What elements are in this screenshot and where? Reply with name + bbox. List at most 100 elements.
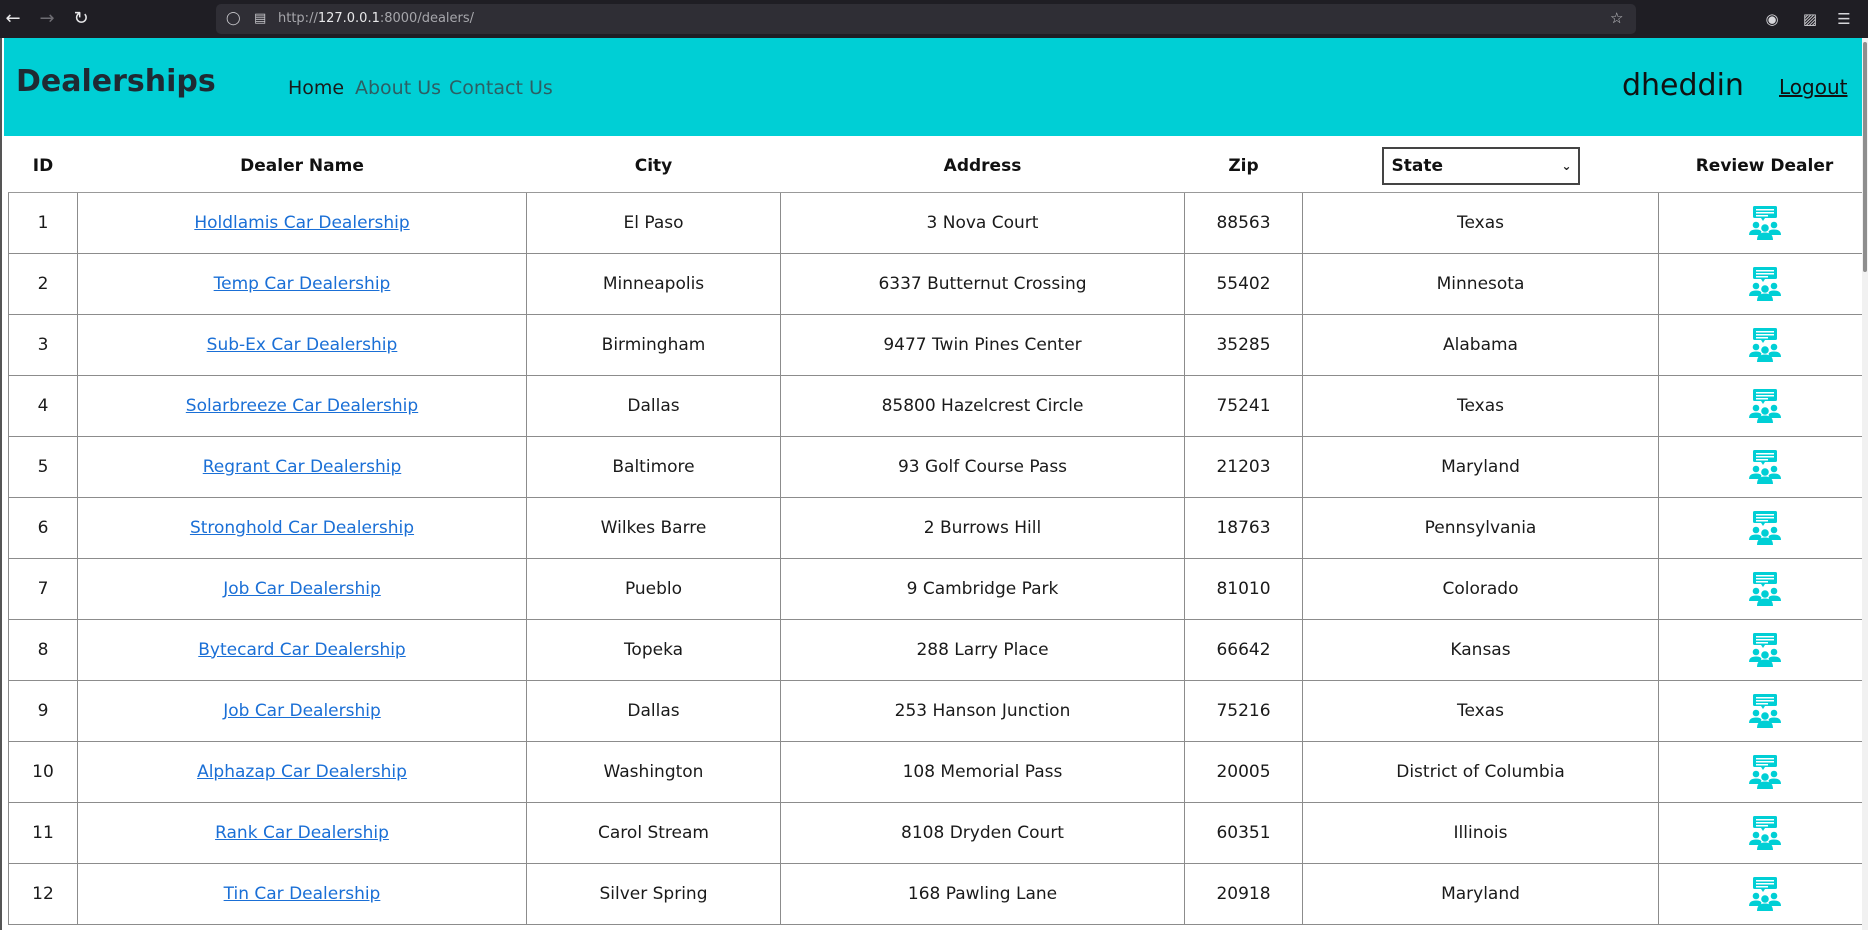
dealer-city: Carol Stream — [598, 822, 709, 843]
cell-state: Kansas — [1302, 618, 1659, 681]
dealer-name-link[interactable]: Job Car Dealership — [223, 579, 381, 599]
dealer-city: Washington — [603, 761, 704, 782]
nav-about-link[interactable]: About Us — [355, 77, 441, 99]
forward-arrow-icon[interactable]: → — [34, 6, 60, 32]
extensions-icon[interactable]: ▨ — [1798, 7, 1822, 31]
dealer-name-link[interactable]: Stronghold Car Dealership — [190, 518, 414, 538]
cell-address: 6337 Butternut Crossing — [780, 252, 1185, 315]
review-dealer-button[interactable] — [1747, 815, 1783, 850]
url-text[interactable]: http://127.0.0.1:8000/dealers/ — [278, 11, 474, 26]
cell-dealer-name: Temp Car Dealership — [77, 252, 527, 315]
cell-address: 2 Burrows Hill — [780, 496, 1185, 559]
menu-icon[interactable]: ☰ — [1832, 7, 1856, 31]
shield-icon[interactable]: ◯ — [226, 10, 241, 28]
cell-review — [1658, 191, 1868, 254]
cell-id: 12 — [8, 862, 78, 925]
dealer-city: Baltimore — [612, 456, 695, 477]
review-dealer-button[interactable] — [1747, 205, 1783, 240]
dealer-city: Topeka — [623, 639, 684, 660]
back-arrow-icon[interactable]: ← — [0, 6, 26, 32]
dealer-name-link[interactable]: Alphazap Car Dealership — [197, 762, 407, 782]
cell-review — [1658, 252, 1868, 315]
review-people-icon — [1748, 205, 1781, 240]
dealer-city: Silver Spring — [599, 883, 708, 904]
dealer-state: Alabama — [1443, 334, 1518, 355]
nav-contact-link[interactable]: Contact Us — [449, 77, 553, 99]
table-row: 6 Stronghold Car Dealership Wilkes Barre… — [8, 496, 1868, 559]
dealer-id: 3 — [37, 334, 49, 355]
cell-address: 3 Nova Court — [780, 191, 1185, 254]
review-dealer-button[interactable] — [1747, 754, 1783, 789]
scrollbar-thumb[interactable] — [1863, 42, 1867, 272]
state-filter-select[interactable]: State ⌄ — [1381, 146, 1580, 185]
review-dealer-button[interactable] — [1747, 571, 1783, 606]
cell-city: Birmingham — [526, 313, 781, 376]
cell-review — [1658, 740, 1868, 803]
username-label: dheddin — [1622, 68, 1744, 103]
cell-city: Silver Spring — [526, 862, 781, 925]
dealer-name-link[interactable]: Sub-Ex Car Dealership — [207, 335, 398, 355]
dealer-id: 10 — [32, 761, 54, 782]
cell-state: Texas — [1302, 191, 1659, 254]
cell-state: District of Columbia — [1302, 740, 1659, 803]
dealer-name-link[interactable]: Solarbreeze Car Dealership — [186, 396, 418, 416]
chevron-down-icon: ⌄ — [1561, 158, 1572, 173]
bookmark-star-icon[interactable]: ☆ — [1610, 9, 1623, 27]
dealer-zip: 35285 — [1216, 334, 1271, 355]
dealer-address: 9477 Twin Pines Center — [883, 334, 1082, 355]
review-dealer-button[interactable] — [1747, 632, 1783, 667]
cell-id: 3 — [8, 313, 78, 376]
dealer-id: 6 — [37, 517, 49, 538]
cell-state: Illinois — [1302, 801, 1659, 864]
account-icon[interactable]: ◉ — [1760, 7, 1784, 31]
dealer-city: Minneapolis — [602, 273, 705, 294]
reload-icon[interactable]: ↻ — [68, 6, 94, 32]
dealer-name-link[interactable]: Regrant Car Dealership — [203, 457, 402, 477]
review-dealer-button[interactable] — [1747, 510, 1783, 545]
review-dealer-button[interactable] — [1747, 388, 1783, 423]
nav-home-link[interactable]: Home — [288, 77, 344, 99]
logout-link[interactable]: Logout — [1779, 75, 1847, 99]
dealer-name-link[interactable]: Bytecard Car Dealership — [198, 640, 405, 660]
dealer-address: 288 Larry Place — [916, 639, 1049, 660]
dealer-name-link[interactable]: Job Car Dealership — [223, 701, 381, 721]
dealer-name-link[interactable]: Temp Car Dealership — [214, 274, 391, 294]
review-people-icon — [1748, 876, 1781, 911]
cell-dealer-name: Sub-Ex Car Dealership — [77, 313, 527, 376]
brand-title[interactable]: Dealerships — [16, 64, 216, 99]
review-dealer-button[interactable] — [1747, 327, 1783, 362]
review-dealer-button[interactable] — [1747, 449, 1783, 484]
dealer-name-link[interactable]: Rank Car Dealership — [215, 823, 389, 843]
cell-id: 8 — [8, 618, 78, 681]
header-state: State ⌄ — [1302, 140, 1659, 193]
header-zip: Zip — [1184, 140, 1303, 193]
cell-city: Carol Stream — [526, 801, 781, 864]
cell-zip: 20005 — [1184, 740, 1303, 803]
cell-dealer-name: Job Car Dealership — [77, 557, 527, 620]
review-people-icon — [1748, 632, 1781, 667]
browser-toolbar: ← → ↻ ◯ ▤ http://127.0.0.1:8000/dealers/… — [0, 0, 1868, 38]
cell-id: 11 — [8, 801, 78, 864]
cell-dealer-name: Solarbreeze Car Dealership — [77, 374, 527, 437]
dealer-name-link[interactable]: Tin Car Dealership — [224, 884, 381, 904]
header-review-dealer: Review Dealer — [1658, 140, 1868, 193]
review-dealer-button[interactable] — [1747, 266, 1783, 301]
review-dealer-button[interactable] — [1747, 876, 1783, 911]
dealer-name-link[interactable]: Holdlamis Car Dealership — [194, 213, 409, 233]
dealers-table-wrap: ID Dealer Name City Address Zip State ⌄ … — [8, 140, 1868, 925]
cell-id: 6 — [8, 496, 78, 559]
dealer-state: Texas — [1457, 212, 1504, 233]
dealer-city: El Paso — [623, 212, 684, 233]
dealer-state: Maryland — [1441, 883, 1520, 904]
cell-zip: 75216 — [1184, 679, 1303, 742]
table-row: 12 Tin Car Dealership Silver Spring 168 … — [8, 862, 1868, 925]
cell-review — [1658, 618, 1868, 681]
cell-city: Dallas — [526, 374, 781, 437]
cell-address: 93 Golf Course Pass — [780, 435, 1185, 498]
table-row: 9 Job Car Dealership Dallas 253 Hanson J… — [8, 679, 1868, 742]
review-people-icon — [1748, 815, 1781, 850]
page-scrollbar[interactable] — [1862, 38, 1868, 930]
dealer-address: 108 Memorial Pass — [902, 761, 1063, 782]
review-dealer-button[interactable] — [1747, 693, 1783, 728]
address-bar[interactable]: ◯ ▤ http://127.0.0.1:8000/dealers/ ☆ — [216, 4, 1636, 34]
